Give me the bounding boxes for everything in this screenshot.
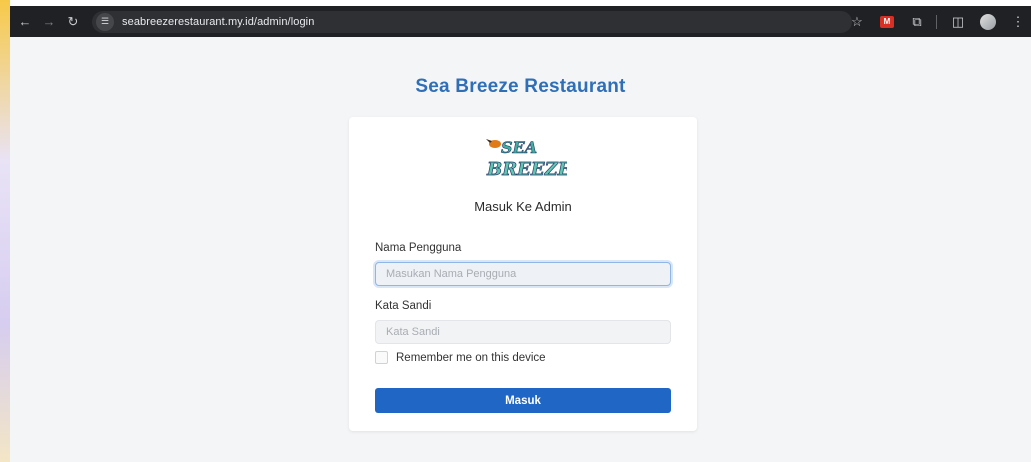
page-title: Sea Breeze Restaurant: [415, 76, 626, 97]
bookmark-star-icon[interactable]: ☆: [846, 11, 868, 33]
remember-me-label: Remember me on this device: [396, 351, 546, 364]
username-label: Nama Pengguna: [375, 242, 462, 254]
password-label: Kata Sandi: [375, 300, 432, 312]
address-bar[interactable]: ☰ seabreezerestaurant.my.id/admin/login: [92, 10, 852, 33]
forward-arrow-icon[interactable]: →: [40, 13, 58, 31]
extensions-puzzle-icon[interactable]: ⧉: [906, 11, 928, 33]
login-heading: Masuk Ke Admin: [474, 199, 572, 214]
login-card: SEA BREEZE Masuk Ke Admin Nama Pengguna …: [349, 117, 697, 431]
svg-text:SEA: SEA: [501, 138, 537, 157]
extension-icon[interactable]: M: [876, 11, 898, 33]
url-text: seabreezerestaurant.my.id/admin/login: [122, 15, 315, 28]
password-input[interactable]: [375, 320, 671, 344]
side-panel-icon[interactable]: ◫: [947, 11, 969, 33]
username-input[interactable]: [375, 262, 671, 286]
toolbar-divider: [936, 14, 937, 29]
browser-window: ← → ↻ ☰ seabreezerestaurant.my.id/admin/…: [10, 6, 1031, 462]
remember-me[interactable]: Remember me on this device: [375, 351, 546, 364]
slide-decoration: [0, 0, 10, 462]
remember-me-checkbox[interactable]: [375, 351, 388, 364]
profile-avatar-icon[interactable]: [977, 11, 999, 33]
sea-breeze-logo: SEA BREEZE: [486, 138, 567, 179]
toolbar-actions: ☆ M ⧉ ◫ ⋮: [846, 6, 1031, 37]
login-submit-button[interactable]: Masuk: [375, 388, 671, 413]
reload-icon[interactable]: ↻: [64, 13, 82, 31]
site-info-icon[interactable]: ☰: [96, 12, 114, 31]
svg-text:BREEZE: BREEZE: [486, 159, 567, 179]
browser-toolbar: ← → ↻ ☰ seabreezerestaurant.my.id/admin/…: [10, 6, 1031, 37]
back-arrow-icon[interactable]: ←: [16, 13, 34, 31]
menu-kebab-icon[interactable]: ⋮: [1007, 11, 1029, 33]
